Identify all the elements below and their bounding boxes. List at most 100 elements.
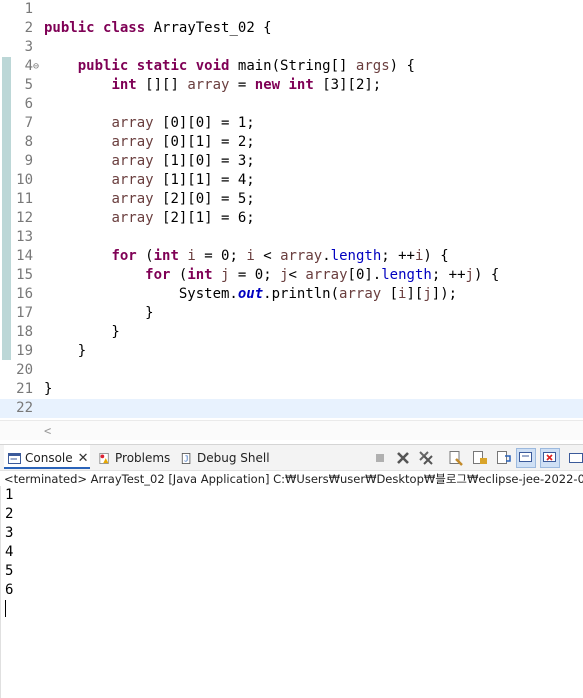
- code-text: array [0][1] = 2;: [44, 133, 254, 152]
- code-line[interactable]: 16 System.out.println(array [i][j]);: [0, 285, 583, 304]
- code-line[interactable]: 9 array [1][0] = 3;: [0, 152, 583, 171]
- code-line[interactable]: 15 for (int j = 0; j< array[0].length; +…: [0, 266, 583, 285]
- code-line[interactable]: 20: [0, 361, 583, 380]
- code-line[interactable]: 12 array [2][1] = 6;: [0, 209, 583, 228]
- code-line[interactable]: 5 int [][] array = new int [3][2];: [0, 76, 583, 95]
- tab-console[interactable]: Console ✕: [4, 445, 90, 469]
- show-on-stdout-icon: [519, 452, 532, 462]
- token-param: array: [111, 134, 154, 150]
- code-line[interactable]: 21}: [0, 380, 583, 399]
- code-text: public static void main(String[] args) {: [44, 57, 415, 76]
- terminate-icon[interactable]: [372, 450, 388, 466]
- console-output-line: 1: [5, 487, 14, 503]
- code-line[interactable]: 14 for (int i = 0; i < array.length; ++i…: [0, 247, 583, 266]
- console-output[interactable]: 1 2 3 4 5 6: [0, 486, 583, 698]
- scroll-left-icon[interactable]: <: [44, 421, 51, 440]
- code-text: array [2][0] = 5;: [44, 190, 254, 209]
- code-text: array [1][0] = 3;: [44, 152, 254, 171]
- line-number: 5: [24, 77, 33, 93]
- current-line[interactable]: 22: [0, 399, 583, 418]
- code-text: public class ArrayTest_02 {: [44, 19, 272, 38]
- line-number: 6: [24, 96, 33, 112]
- code-line[interactable]: 1: [0, 0, 583, 19]
- token-text: ) {: [473, 267, 500, 283]
- remove-all-icon[interactable]: [418, 450, 434, 466]
- token-sfield: out: [237, 286, 264, 302]
- code-line[interactable]: 6: [0, 95, 583, 114]
- code-line[interactable]: 18 }: [0, 323, 583, 342]
- token-text: .println(: [263, 286, 340, 302]
- token-param: j: [465, 267, 474, 283]
- word-wrap-icon[interactable]: [496, 450, 512, 466]
- token-text: }: [44, 343, 87, 359]
- code-line[interactable]: 4 ⊖ public static void main(String[] args…: [0, 57, 583, 76]
- code-text: }: [44, 323, 119, 342]
- tab-problems[interactable]: Problems: [98, 445, 170, 471]
- token-text: System.: [44, 286, 238, 302]
- token-param: array: [111, 210, 154, 226]
- line-number: 14: [16, 248, 33, 264]
- code-line[interactable]: 10 array [1][1] = 4;: [0, 171, 583, 190]
- token-param: array: [280, 248, 323, 264]
- console-icon: [8, 453, 21, 464]
- token-kw: class: [103, 20, 146, 36]
- problems-icon: [99, 453, 109, 464]
- token-text: [3][2];: [313, 77, 382, 93]
- code-text: array [2][1] = 6;: [44, 209, 255, 228]
- fold-collapse-icon[interactable]: ⊖: [33, 57, 39, 76]
- code-text: for (int i = 0; i < array.length; ++i) {: [44, 247, 449, 266]
- token-field: length: [330, 248, 382, 264]
- console-status-line: <terminated> ArrayTest_02 [Java Applicat…: [0, 470, 583, 487]
- token-text: [2][1] = 6;: [153, 210, 255, 226]
- tab-debug-shell[interactable]: J Debug Shell: [180, 445, 270, 471]
- console-output-line: 5: [5, 563, 14, 579]
- editor-horizontal-scrollbar[interactable]: <: [0, 420, 583, 440]
- token-param: args: [355, 58, 390, 74]
- code-text: for (int j = 0; j< array[0].length; ++j)…: [44, 266, 499, 285]
- code-line[interactable]: 17 }: [0, 304, 583, 323]
- code-line[interactable]: 11 array [2][0] = 5;: [0, 190, 583, 209]
- tab-console-label: Console: [25, 451, 73, 465]
- scroll-lock-icon[interactable]: [472, 450, 488, 466]
- launch-status-text: <terminated> ArrayTest_02 [Java Applicat…: [4, 472, 583, 486]
- token-text: ]);: [431, 286, 458, 302]
- code-line[interactable]: 8 array [0][1] = 2;: [0, 133, 583, 152]
- show-on-stderr-toggle[interactable]: [540, 448, 560, 468]
- code-text: array [1][1] = 4;: [44, 171, 254, 190]
- line-number: 22: [16, 400, 33, 416]
- close-icon[interactable]: ✕: [78, 451, 89, 466]
- console-output-line: 4: [5, 544, 14, 560]
- token-kw: for: [111, 248, 137, 264]
- code-line[interactable]: 7 array [0][0] = 1;: [0, 114, 583, 133]
- line-number: 18: [16, 324, 33, 340]
- console-output-line: 2: [5, 506, 14, 522]
- token-text: <: [254, 248, 281, 264]
- token-param: array: [305, 267, 348, 283]
- remove-launch-icon[interactable]: [395, 450, 411, 466]
- open-console-icon[interactable]: [568, 450, 583, 466]
- code-text: int [][] array = new int [3][2];: [44, 76, 381, 95]
- show-on-stdout-toggle[interactable]: [516, 448, 536, 468]
- code-line[interactable]: 19 }: [0, 342, 583, 361]
- line-number: 9: [24, 153, 33, 169]
- token-param: j: [280, 267, 289, 283]
- code-line[interactable]: 2 public class ArrayTest_02 {: [0, 19, 583, 38]
- code-editor[interactable]: 1 2 public class ArrayTest_02 {3 4 ⊖ public …: [0, 0, 583, 440]
- clear-console-icon[interactable]: [448, 450, 464, 466]
- code-line[interactable]: 13: [0, 228, 583, 247]
- token-text: =: [229, 77, 255, 93]
- code-line[interactable]: 3: [0, 38, 583, 57]
- console-output-line: 3: [5, 525, 14, 541]
- line-number: 3: [24, 39, 33, 55]
- token-text: ) {: [423, 248, 449, 264]
- line-number: 11: [16, 191, 33, 207]
- token-kw: int: [187, 267, 213, 283]
- token-text: [][]: [136, 77, 188, 93]
